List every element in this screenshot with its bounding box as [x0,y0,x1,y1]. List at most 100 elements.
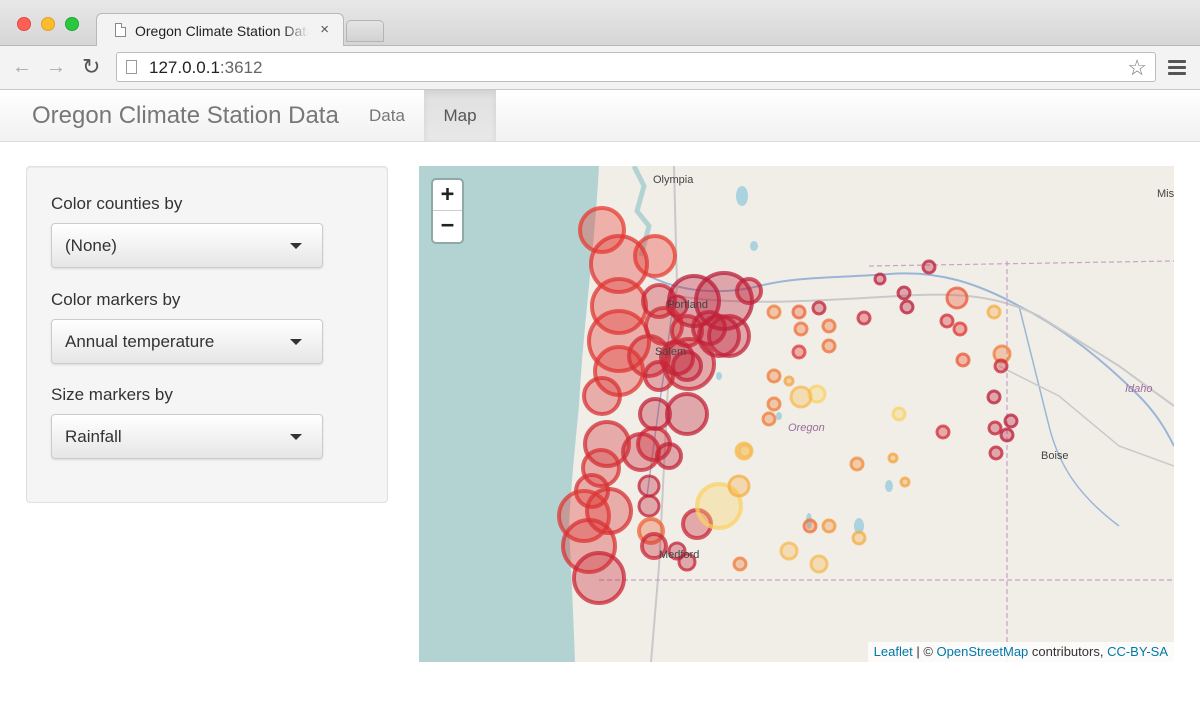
station-marker[interactable] [939,313,955,329]
station-marker[interactable] [945,286,969,310]
forward-arrow-icon[interactable]: → [46,56,66,78]
leaflet-link[interactable]: Leaflet [874,644,913,659]
station-marker[interactable] [999,427,1015,443]
zoom-in-button[interactable]: + [433,180,462,211]
station-marker[interactable] [849,456,865,472]
control-panel: Color counties by (None) Color markers b… [26,166,388,503]
caret-down-icon [290,243,302,249]
zoom-out-button[interactable]: − [433,211,462,242]
map-label-olympia: Olympia [653,174,694,186]
new-tab-button[interactable] [346,20,384,42]
tab-close-icon[interactable]: × [320,21,329,38]
color-markers-label: Color markers by [51,290,181,309]
station-marker[interactable] [655,442,683,470]
browser-toolbar: ← → ↻ 127.0.0.1:3612 ☆ [0,46,1200,90]
station-marker[interactable] [809,554,829,574]
station-marker[interactable] [766,304,782,320]
station-marker[interactable] [891,406,907,422]
station-marker[interactable] [791,344,807,360]
zoom-window-button[interactable] [65,17,79,31]
station-marker[interactable] [952,321,968,337]
station-marker[interactable] [697,314,741,358]
leaflet-map[interactable]: Olympia Portland Salem Oregon Idaho Bois… [419,166,1174,662]
app-brand[interactable]: Oregon Climate Station Data [32,102,339,130]
station-marker[interactable] [735,277,763,305]
station-marker[interactable] [993,358,1009,374]
station-marker[interactable] [921,259,937,275]
station-marker[interactable] [856,310,872,326]
address-bar[interactable]: 127.0.0.1:3612 ☆ [116,52,1156,82]
map-label-medford: Medford [659,549,700,561]
station-marker[interactable] [899,476,911,488]
tab-map[interactable]: Map [424,90,496,141]
station-marker[interactable] [793,321,809,337]
station-marker[interactable] [582,376,622,416]
tab-title: Oregon Climate Station Data [135,23,309,39]
station-marker[interactable] [986,304,1002,320]
reload-icon[interactable]: ↻ [82,56,100,78]
map-label-portland: Portland [667,299,708,311]
url-port: :3612 [219,58,263,77]
station-marker[interactable] [986,389,1002,405]
size-markers-select[interactable]: Rainfall [51,414,323,459]
station-marker[interactable] [643,360,675,392]
osm-link[interactable]: OpenStreetMap [937,644,1029,659]
station-marker[interactable] [761,411,777,427]
station-marker[interactable] [791,304,807,320]
url-text[interactable]: 127.0.0.1:3612 [149,58,262,78]
close-window-button[interactable] [17,17,31,31]
station-marker[interactable] [821,518,837,534]
url-host: 127.0.0.1 [149,58,220,77]
station-marker[interactable] [988,445,1004,461]
station-marker[interactable] [783,375,795,387]
map-tiles [419,166,1174,662]
page-icon [126,60,137,74]
browser-window: Oregon Climate Station Data × ← → ↻ 127.… [0,0,1200,702]
attribution-sep: | © [912,644,937,659]
map-label-mis: Mis [1157,188,1174,200]
back-arrow-icon[interactable]: ← [12,56,32,78]
station-marker[interactable] [779,541,799,561]
station-markers [557,206,1019,605]
station-marker[interactable] [955,352,971,368]
browser-tab[interactable]: Oregon Climate Station Data × [96,13,344,47]
tab-data[interactable]: Data [354,90,420,141]
map-attribution: Leaflet | © OpenStreetMap contributors, … [867,642,1174,662]
select-value: Annual temperature [65,332,215,351]
station-marker[interactable] [887,452,899,464]
station-marker[interactable] [665,392,709,436]
station-marker[interactable] [766,368,782,384]
station-marker[interactable] [572,551,626,605]
bookmark-star-icon[interactable]: ☆ [1127,55,1147,81]
station-marker[interactable] [896,285,912,301]
color-counties-select[interactable]: (None) [51,223,323,268]
map-label-idaho: Idaho [1125,383,1153,395]
station-marker[interactable] [851,530,867,546]
station-marker[interactable] [732,556,748,572]
station-marker[interactable] [873,272,887,286]
station-marker[interactable] [802,518,818,534]
select-value: Rainfall [65,427,122,446]
license-link[interactable]: CC-BY-SA [1107,644,1168,659]
station-marker[interactable] [935,424,951,440]
minimize-window-button[interactable] [41,17,55,31]
station-marker[interactable] [637,474,661,498]
page-icon [115,23,126,37]
station-marker[interactable] [899,299,915,315]
station-marker[interactable] [737,443,753,459]
app-navbar: Oregon Climate Station Data Data Map [0,90,1200,142]
caret-down-icon [290,339,302,345]
station-marker[interactable] [637,494,661,518]
station-marker[interactable] [1003,413,1019,429]
station-marker[interactable] [811,300,827,316]
station-marker[interactable] [789,385,813,409]
station-marker[interactable] [987,420,1003,436]
station-marker[interactable] [727,474,751,498]
station-marker[interactable] [821,338,837,354]
map-label-oregon: Oregon [788,422,825,434]
hamburger-menu-icon[interactable] [1168,60,1186,76]
map-label-salem: Salem [655,346,687,358]
color-markers-select[interactable]: Annual temperature [51,319,323,364]
station-marker[interactable] [821,318,837,334]
station-marker[interactable] [766,396,782,412]
